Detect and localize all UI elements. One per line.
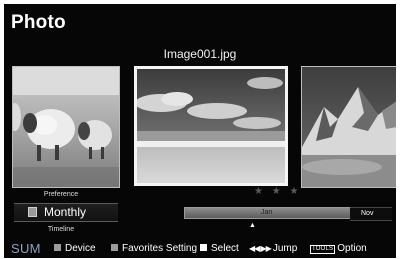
- sort-next-label[interactable]: Timeline: [18, 226, 104, 233]
- timeline-next-month-box[interactable]: Nov: [350, 207, 392, 221]
- color-key-icon: [54, 244, 61, 251]
- tools-badge: TOOLS: [310, 245, 336, 254]
- current-filename: Image001.jpg: [163, 47, 237, 61]
- photo-viewer-screen: Photo Image001.jpg ★ ★ ★ Preference Mont…: [4, 4, 396, 258]
- page-title: Photo: [11, 12, 66, 33]
- sort-previous-label[interactable]: Preference: [18, 191, 104, 198]
- star-rating-icon: ★ ★ ★: [254, 186, 302, 197]
- thumbnail-next[interactable]: [301, 66, 396, 188]
- jump-button[interactable]: ◀◀ ▶▶ Jump: [249, 243, 297, 254]
- rewind-fastforward-icon: ◀◀ ▶▶: [249, 244, 272, 253]
- color-key-icon: [200, 244, 207, 251]
- device-button[interactable]: Device: [54, 243, 96, 254]
- list-icon: [28, 207, 37, 217]
- mountain-photo: [302, 67, 396, 187]
- sort-current-value: Monthly: [44, 205, 87, 219]
- brand-label: SUM: [11, 241, 41, 256]
- footer-bar: SUM Device Favorites Setting Select ◀◀ ▶…: [4, 239, 396, 258]
- sort-selector[interactable]: Monthly: [14, 203, 118, 222]
- select-button[interactable]: Select: [200, 243, 239, 254]
- device-label: Device: [65, 243, 96, 254]
- favorites-setting-button[interactable]: Favorites Setting: [111, 243, 197, 254]
- thumbnail-current[interactable]: [134, 66, 288, 186]
- option-label: Option: [337, 243, 367, 254]
- sheep-photo: [13, 67, 119, 187]
- thumbnail-previous[interactable]: [12, 66, 120, 188]
- beach-photo: [137, 69, 285, 183]
- triangle-up-icon: ▲: [249, 222, 256, 229]
- timeline-current-month: Jan: [261, 209, 273, 216]
- color-key-icon: [111, 244, 118, 251]
- timeline-next-month: Nov: [361, 210, 374, 217]
- select-label: Select: [211, 243, 239, 254]
- option-button[interactable]: TOOLS Option: [310, 243, 367, 254]
- jump-label: Jump: [272, 243, 298, 254]
- favorites-label: Favorites Setting: [122, 243, 198, 254]
- timeline-bar[interactable]: Jan: [184, 207, 352, 219]
